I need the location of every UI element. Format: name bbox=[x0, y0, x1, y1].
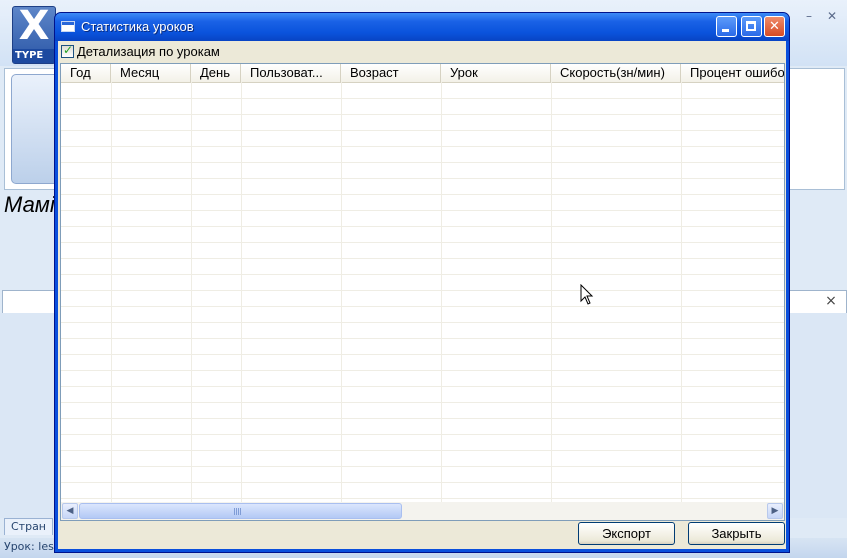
grid-row-divider bbox=[61, 210, 784, 211]
grid-column-divider bbox=[551, 82, 552, 502]
grid-row-divider bbox=[61, 450, 784, 451]
app-logo-icon: X TYPE bbox=[12, 3, 56, 64]
lesson-statistics-dialog: Статистика уроков ✕ ✓ Детализация по уро… bbox=[54, 12, 790, 553]
column-header-age[interactable]: Возраст bbox=[341, 64, 441, 82]
grid-column-divider bbox=[441, 82, 442, 502]
window-icon bbox=[61, 21, 75, 32]
grid-row-divider bbox=[61, 274, 784, 275]
dialog-titlebar[interactable]: Статистика уроков ✕ bbox=[55, 13, 789, 41]
grid-column-divider bbox=[191, 82, 192, 502]
minimize-icon bbox=[722, 29, 729, 32]
grid-row-divider bbox=[61, 162, 784, 163]
grid-column-divider bbox=[341, 82, 342, 502]
logo-letter: X bbox=[18, 3, 50, 49]
grid-row-divider bbox=[61, 322, 784, 323]
grid-row-divider bbox=[61, 290, 784, 291]
grid-row-divider bbox=[61, 402, 784, 403]
maximize-button[interactable] bbox=[741, 16, 762, 37]
grid-header: Год Месяц День Пользоват... Возраст Урок… bbox=[61, 64, 784, 83]
column-header-day[interactable]: День bbox=[191, 64, 241, 82]
minimize-button[interactable] bbox=[716, 16, 737, 37]
grid-column-divider bbox=[111, 82, 112, 502]
dialog-body: ✓ Детализация по урокам Год Месяц День П… bbox=[58, 41, 786, 549]
lesson-text-display: Мамі bbox=[4, 192, 55, 217]
grid-row-divider bbox=[61, 338, 784, 339]
scroll-grip-icon bbox=[234, 508, 242, 515]
grid-row-divider bbox=[61, 178, 784, 179]
export-button[interactable]: Экспорт bbox=[578, 522, 675, 545]
bottom-tab[interactable]: Стран bbox=[4, 518, 54, 535]
close-window-button[interactable]: ✕ bbox=[764, 16, 785, 37]
grid-row-divider bbox=[61, 226, 784, 227]
close-icon: ✕ bbox=[769, 19, 780, 34]
dialog-title: Статистика уроков bbox=[81, 19, 194, 34]
grid-row-divider bbox=[61, 354, 784, 355]
close-button[interactable]: Закрыть bbox=[688, 522, 785, 545]
clear-input-icon[interactable]: × bbox=[820, 291, 842, 311]
background-minimize-icon[interactable]: – bbox=[800, 8, 818, 24]
grid-row-divider bbox=[61, 98, 784, 99]
grid-row-divider bbox=[61, 194, 784, 195]
column-header-user[interactable]: Пользоват... bbox=[241, 64, 341, 82]
maximize-icon bbox=[746, 21, 756, 31]
grid-row-divider bbox=[61, 482, 784, 483]
horizontal-scrollbar[interactable]: ◀ ▶ bbox=[61, 502, 784, 520]
grid-row-divider bbox=[61, 466, 784, 467]
column-header-lesson[interactable]: Урок bbox=[441, 64, 551, 82]
detail-checkbox-label: Детализация по урокам bbox=[77, 44, 220, 59]
scroll-left-button[interactable]: ◀ bbox=[62, 503, 78, 519]
grid-column-divider bbox=[241, 82, 242, 502]
grid-row-divider bbox=[61, 146, 784, 147]
column-header-year[interactable]: Год bbox=[61, 64, 111, 82]
mouse-pointer-icon bbox=[580, 284, 594, 305]
column-header-error-percent[interactable]: Процент ошибо bbox=[681, 64, 784, 82]
grid-column-divider bbox=[681, 82, 682, 502]
grid-row-divider bbox=[61, 130, 784, 131]
checkmark-icon: ✓ bbox=[63, 43, 74, 57]
detail-checkbox[interactable]: ✓ bbox=[61, 43, 74, 58]
grid-row-divider bbox=[61, 242, 784, 243]
logo-text: TYPE bbox=[13, 49, 55, 63]
grid-rows-area[interactable] bbox=[61, 82, 784, 502]
statistics-grid[interactable]: Год Месяц День Пользоват... Возраст Урок… bbox=[60, 63, 785, 521]
background-close-icon[interactable]: ✕ bbox=[823, 8, 841, 24]
scroll-right-button[interactable]: ▶ bbox=[767, 503, 783, 519]
scroll-thumb[interactable] bbox=[79, 503, 402, 519]
grid-row-divider bbox=[61, 386, 784, 387]
column-header-month[interactable]: Месяц bbox=[111, 64, 191, 82]
grid-row-divider bbox=[61, 434, 784, 435]
grid-row-divider bbox=[61, 258, 784, 259]
grid-row-divider bbox=[61, 114, 784, 115]
grid-row-divider bbox=[61, 370, 784, 371]
column-header-speed[interactable]: Скорость(зн/мин) bbox=[551, 64, 681, 82]
grid-row-divider bbox=[61, 498, 784, 499]
grid-row-divider bbox=[61, 306, 784, 307]
grid-row-divider bbox=[61, 418, 784, 419]
